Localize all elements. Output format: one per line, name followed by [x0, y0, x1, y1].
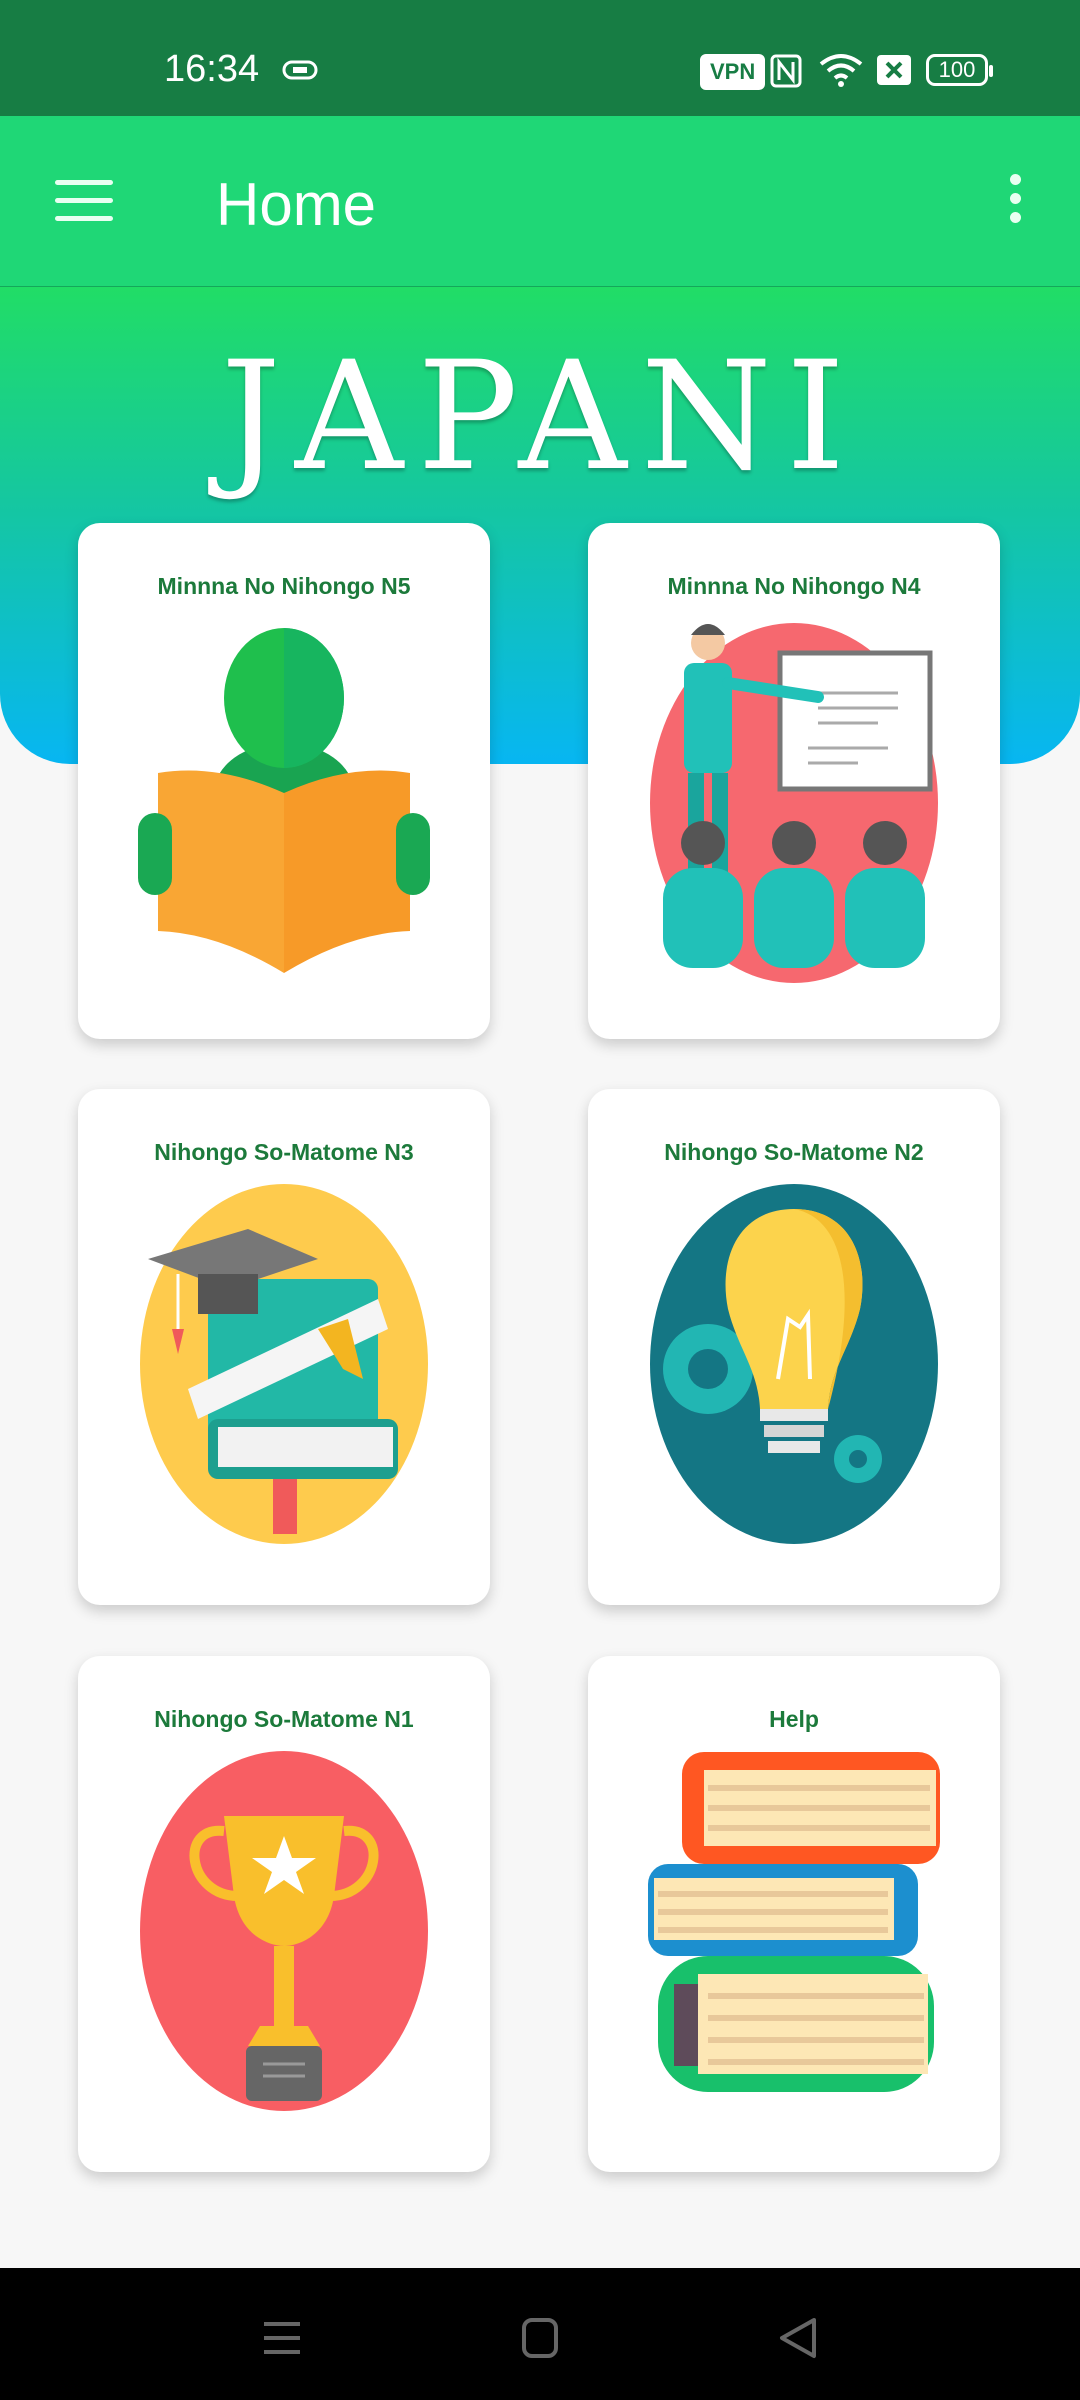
card-n1[interactable]: Nihongo So-Matome N1 — [78, 1656, 490, 2172]
battery-indicator: 100 — [926, 54, 993, 86]
card-n3[interactable]: Nihongo So-Matome N3 — [78, 1089, 490, 1605]
recents-button-icon[interactable] — [252, 2308, 312, 2368]
system-nav-bar — [0, 2268, 1080, 2400]
card-title: Nihongo So-Matome N3 — [154, 1139, 414, 1165]
sim-blocked-icon — [877, 55, 911, 85]
hero-title: JAPANI — [220, 330, 860, 504]
card-n4[interactable]: Minnna No Nihongo N4 — [588, 523, 1000, 1039]
overflow-menu-icon[interactable] — [1000, 174, 1030, 230]
card-title: Help — [769, 1706, 819, 1732]
storage-icon — [282, 60, 318, 80]
app-bar: Home — [0, 116, 1080, 287]
page-title: Home — [216, 171, 377, 238]
vpn-badge: VPN — [700, 54, 766, 90]
card-title: Nihongo So-Matome N2 — [664, 1139, 924, 1165]
home-button-icon[interactable] — [510, 2308, 570, 2368]
graduation-books-icon — [140, 1184, 428, 1544]
back-button-icon[interactable] — [768, 2308, 828, 2368]
nfc-icon — [770, 54, 802, 88]
lightbulb-gear-icon — [650, 1184, 938, 1544]
reading-person-icon — [138, 628, 430, 973]
hamburger-menu-icon[interactable] — [55, 180, 113, 222]
card-title: Minnna No Nihongo N4 — [667, 573, 921, 599]
wifi-icon — [819, 54, 863, 87]
card-n5[interactable]: Minnna No Nihongo N5 — [78, 523, 490, 1039]
book-stack-icon — [648, 1752, 940, 2092]
card-title: Nihongo So-Matome N1 — [154, 1706, 414, 1732]
status-time: 16:34 — [164, 48, 260, 90]
card-n2[interactable]: Nihongo So-Matome N2 — [588, 1089, 1000, 1605]
status-bar: 16:34 VPN 100 — [0, 0, 1080, 116]
card-title: Minnna No Nihongo N5 — [157, 573, 411, 599]
teacher-presentation-icon — [650, 623, 938, 983]
trophy-icon — [140, 1751, 428, 2111]
card-help[interactable]: Help — [588, 1656, 1000, 2172]
